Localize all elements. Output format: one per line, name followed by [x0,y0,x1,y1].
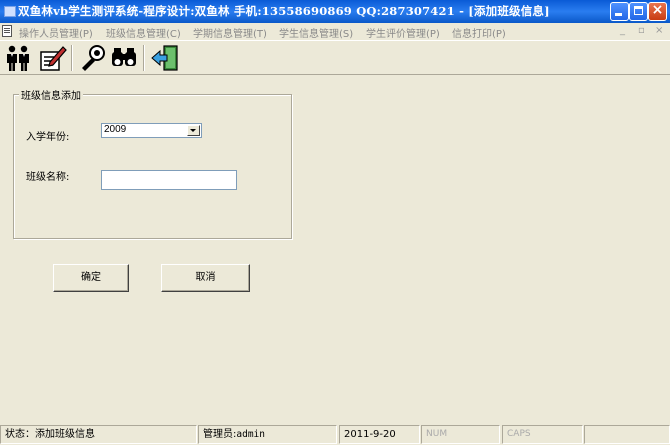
maximize-button[interactable] [629,2,648,21]
cancel-button[interactable]: 取消 [161,264,250,292]
status-caps: CAPS [502,425,583,444]
search-icon [112,48,136,66]
window-title: 双鱼林vb学生测评系统-程序设计:双鱼林 手机:13558690869 QQ:2… [18,4,550,18]
status-state: 状态：添加班级信息 [0,425,197,444]
maximize-icon [634,6,643,15]
app-icon [4,6,16,17]
app-window: 双鱼林vb学生测评系统-程序设计:双鱼林 手机:13558690869 QQ:2… [0,0,670,445]
menu-student-management[interactable]: 学生信息管理(S) [279,25,353,40]
settings-icon [82,45,105,71]
status-empty [584,425,670,444]
mdi-close-button[interactable]: × [655,25,663,36]
menu-operator-management[interactable]: 操作人员管理(P) [19,25,93,40]
menu-evaluation-management[interactable]: 学生评价管理(P) [366,25,440,40]
enroll-year-label: 入学年份: [26,132,70,143]
toolbar [0,40,670,75]
class-info-groupbox [13,94,292,239]
class-edit-toolbar-button[interactable] [38,44,68,72]
groupbox-title: 班级信息添加 [19,87,83,102]
enroll-year-select[interactable]: 2009 [101,123,202,138]
operator-toolbar-button[interactable] [3,44,33,72]
mdi-document-icon[interactable] [2,25,12,37]
menu-class-management[interactable]: 班级信息管理(C) [106,25,181,40]
search-toolbar-button[interactable] [110,44,140,72]
settings-toolbar-button[interactable] [78,44,108,72]
exit-toolbar-button[interactable] [150,44,180,72]
status-bar: 状态：添加班级信息 管理员:admin 2011-9-20 NUM CAPS [0,423,670,445]
menu-term-management[interactable]: 学期信息管理(T) [193,25,267,40]
mdi-restore-button[interactable]: ▫ [638,25,645,36]
status-date: 2011-9-20 [339,425,420,444]
toolbar-separator [71,45,73,71]
menu-bar: 操作人员管理(P) 班级信息管理(C) 学期信息管理(T) 学生信息管理(S) … [0,23,670,40]
minimize-icon [615,13,622,16]
menu-print[interactable]: 信息打印(P) [452,25,506,40]
close-icon: × [651,2,664,18]
title-bar[interactable]: 双鱼林vb学生测评系统-程序设计:双鱼林 手机:13558690869 QQ:2… [0,0,670,23]
status-admin: 管理员:admin [198,425,337,444]
mdi-minimize-button[interactable]: _ [620,25,625,36]
toolbar-separator [143,45,145,71]
chevron-down-icon[interactable] [187,125,200,136]
class-name-input[interactable] [101,170,237,190]
enroll-year-value: 2009 [104,124,127,135]
users-icon [7,45,29,71]
exit-icon [151,45,178,71]
minimize-button[interactable] [610,2,629,21]
close-button[interactable]: × [648,2,667,21]
class-name-label: 班级名称: [26,172,70,183]
status-admin-user: admin [236,429,265,440]
status-admin-label: 管理员: [203,429,237,440]
status-num: NUM [421,425,500,444]
confirm-button[interactable]: 确定 [53,264,129,292]
edit-icon [40,46,67,71]
